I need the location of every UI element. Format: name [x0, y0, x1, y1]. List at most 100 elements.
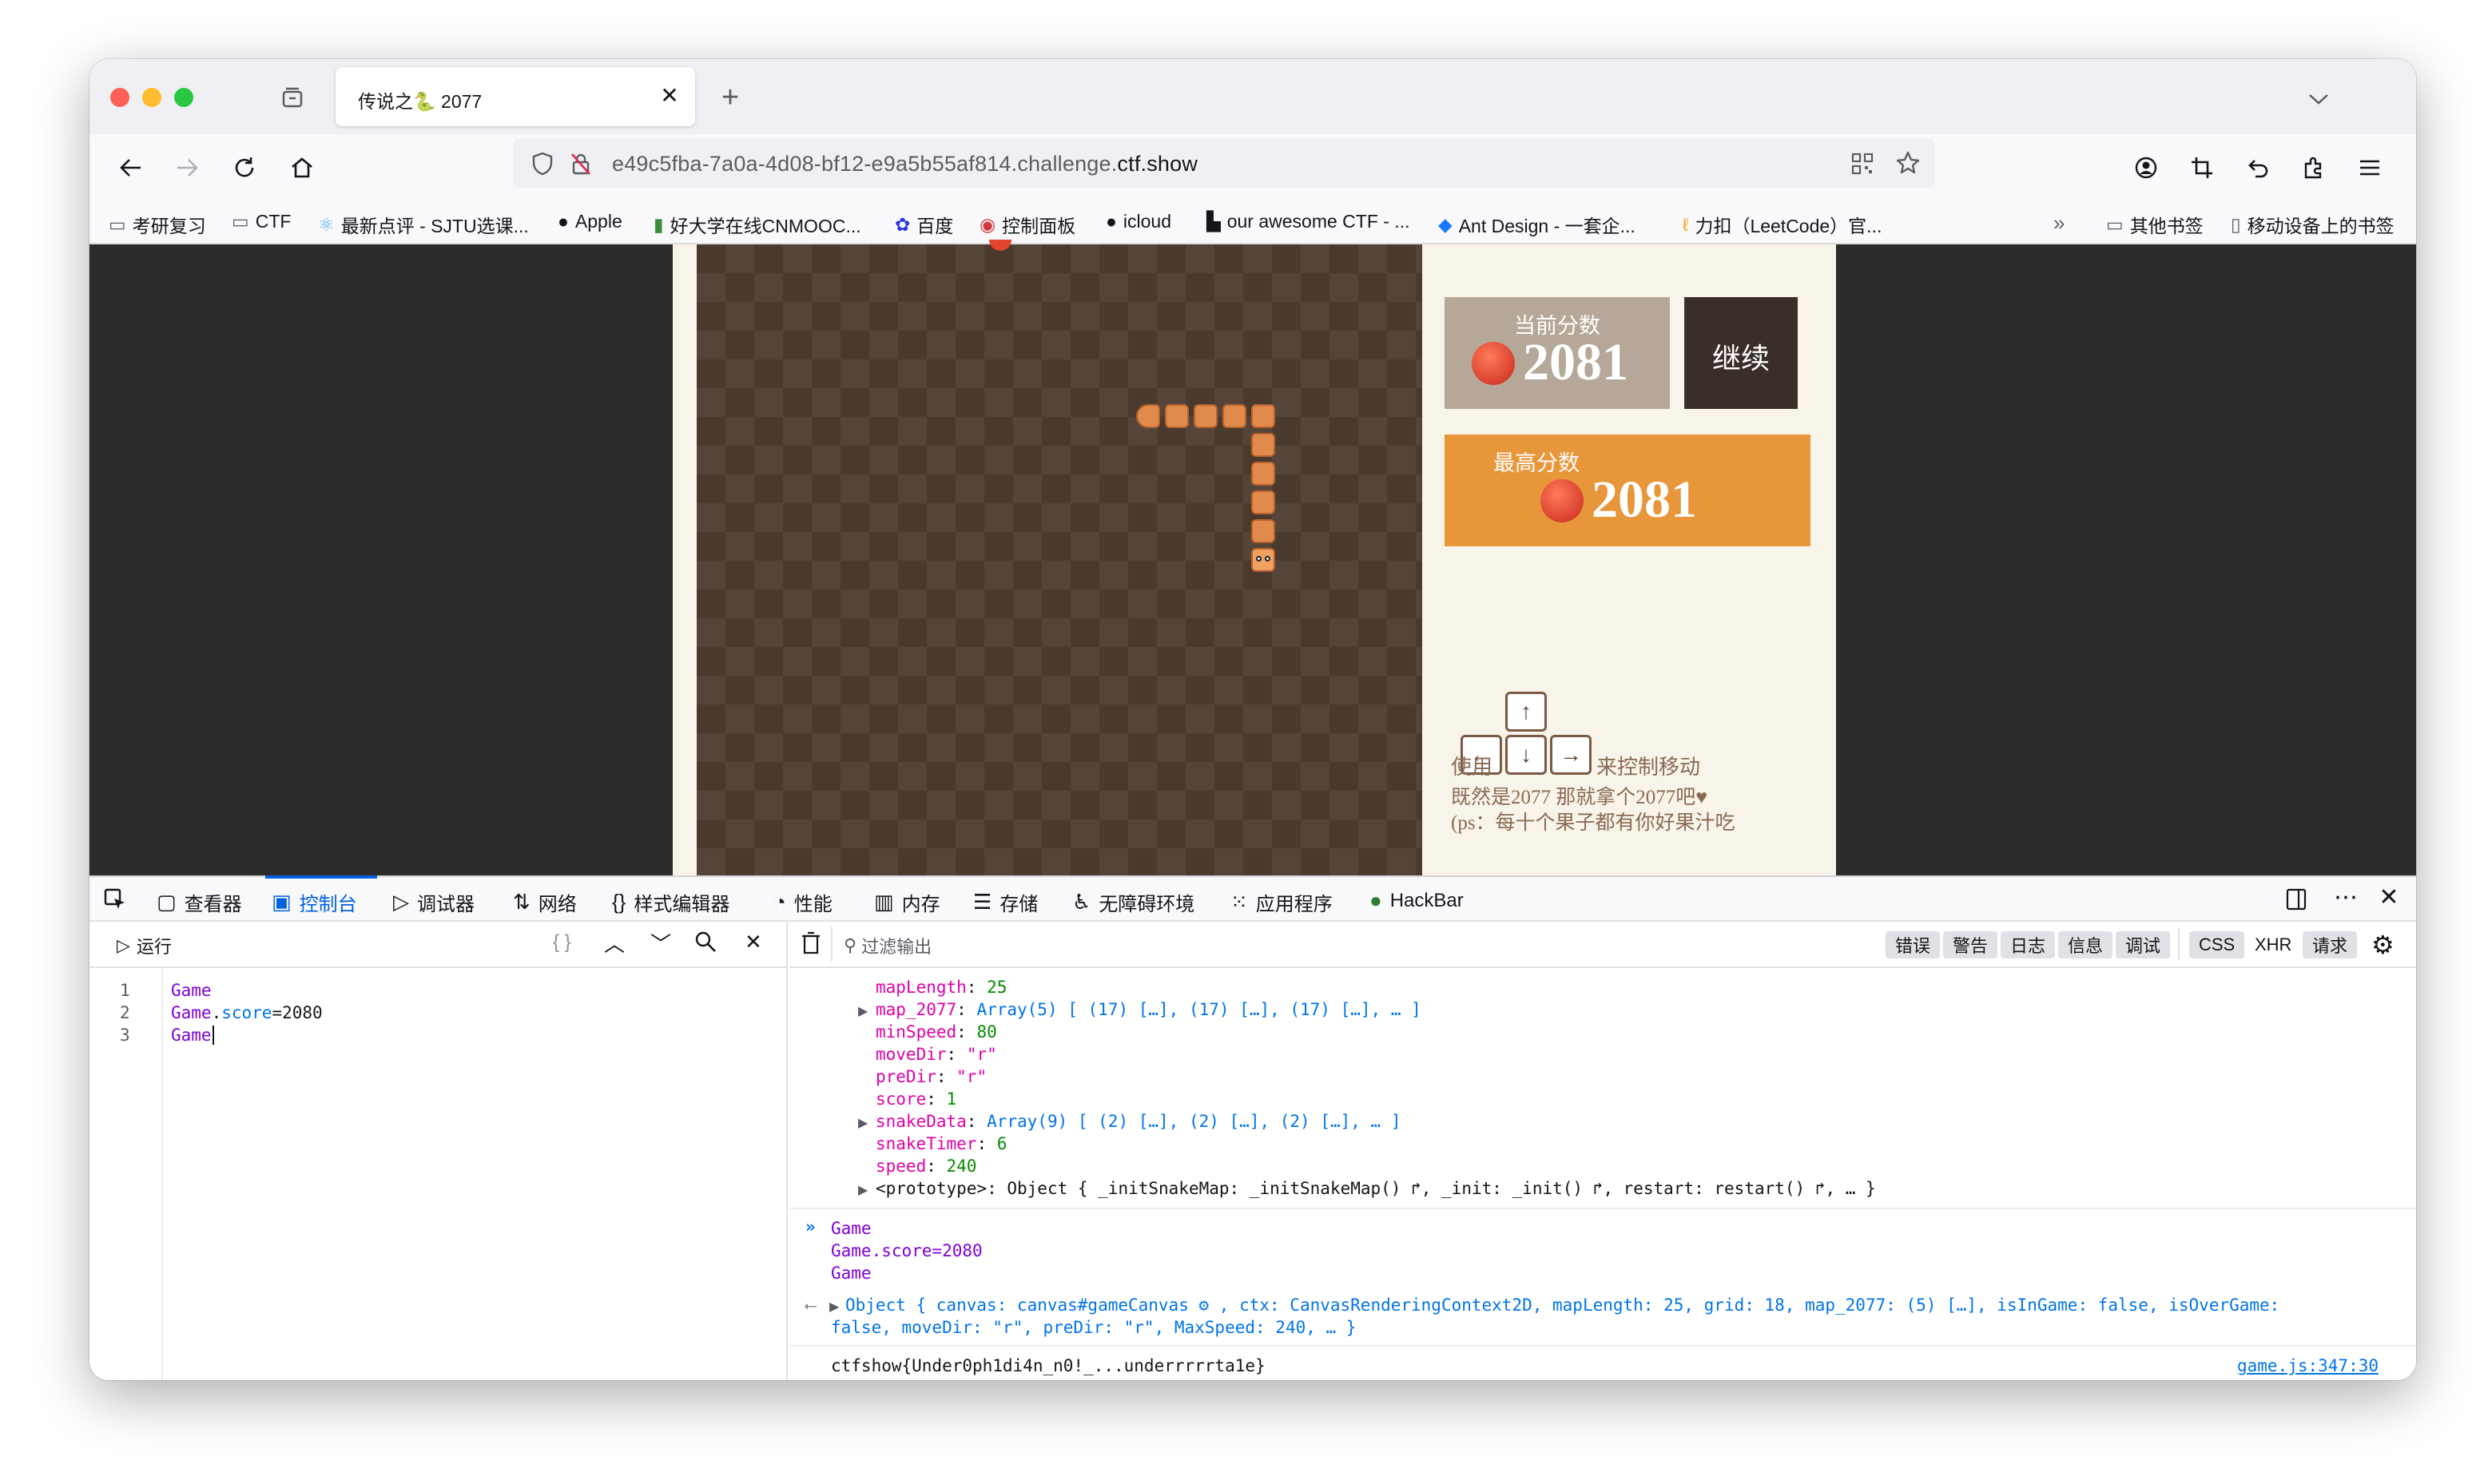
run-button[interactable]: ▷ 运行 — [117, 933, 172, 958]
tab-application[interactable]: ⁙ 应用程序 — [1230, 888, 1333, 916]
continue-button[interactable]: 继续 — [1684, 297, 1798, 409]
home-icon[interactable] — [284, 150, 320, 185]
object-property[interactable]: map_2077: Array(5) [ (17) […], (17) […],… — [876, 1000, 1421, 1019]
bookmark-item[interactable]: ● Apple — [558, 211, 622, 232]
minimize-window-button[interactable] — [142, 88, 161, 107]
hackbar-icon: ● — [1369, 888, 1382, 912]
tab-network[interactable]: ⇅ 网络 — [513, 888, 577, 916]
inspector-icon: ▢ — [157, 890, 177, 914]
input-chevron-icon: » — [805, 1217, 816, 1236]
object-property[interactable]: snakeData: Array(9) [ (2) […], (2) […], … — [876, 1112, 1401, 1131]
line-number: 2 — [120, 1003, 130, 1022]
filter-warnings-chip[interactable]: 警告 — [1943, 931, 1998, 958]
insecure-lock-icon[interactable] — [567, 150, 594, 177]
expand-triangle-icon[interactable]: ▶ — [829, 1299, 839, 1315]
log-source-link[interactable]: game.js:347:30 — [2237, 1356, 2379, 1375]
bookmark-item[interactable]: ▙ our awesome CTF - ... — [1206, 211, 1409, 232]
forward-icon[interactable] — [169, 150, 205, 185]
undo-icon[interactable] — [2240, 150, 2275, 185]
tab-style-editor[interactable]: {} 样式编辑器 — [612, 888, 729, 916]
trash-icon[interactable] — [801, 931, 821, 959]
tab-memory[interactable]: ▥ 内存 — [874, 888, 940, 916]
tab-inspector[interactable]: ▢ 查看器 — [157, 888, 242, 916]
tab-performance[interactable]: ◔ 性能 — [773, 888, 833, 916]
filter-debug-chip[interactable]: 调试 — [2116, 931, 2171, 958]
close-editor-icon[interactable]: ✕ — [745, 930, 762, 954]
account-icon[interactable] — [2128, 150, 2164, 185]
snake-segment — [1194, 404, 1218, 428]
filter-logs-chip[interactable]: 日志 — [2001, 931, 2056, 958]
tab-hackbar[interactable]: ● HackBar — [1369, 888, 1464, 913]
folder-icon: ▭ — [109, 213, 126, 235]
menu-icon[interactable] — [2352, 150, 2387, 185]
history-prev-icon[interactable]: ︿ — [604, 928, 625, 958]
filter-errors-chip[interactable]: 错误 — [1886, 931, 1941, 958]
tab-overview-icon[interactable] — [278, 83, 307, 112]
selected-tab-indicator — [265, 875, 377, 879]
dock-side-icon[interactable] — [2282, 885, 2311, 914]
bookmark-item[interactable]: ▮ 好大学在线CNMOOC... — [654, 211, 861, 238]
zoom-window-button[interactable] — [174, 88, 193, 107]
filter-info-chip[interactable]: 信息 — [2058, 931, 2113, 958]
console-toolbar: ⚲ 过滤输出 错误 警告 日志 信息 调试 CSS XHR 请求 ⚙ — [789, 922, 2416, 968]
high-score-value: 2081 — [1592, 470, 1697, 529]
bookmark-item[interactable]: ✿ 百度 — [895, 211, 953, 238]
more-options-icon[interactable]: ⋯ — [2331, 883, 2360, 912]
multiline-editor[interactable]: ▷ 运行 { } ︿ ﹀ ✕ 1 2 3 Game Game.score=2080… — [89, 922, 788, 1380]
expand-triangle-icon[interactable]: ▶ — [858, 1115, 868, 1131]
back-icon[interactable] — [113, 150, 149, 185]
result-arrow-icon: ⭠ — [804, 1296, 817, 1315]
tab-console[interactable]: ▣ 控制台 — [272, 888, 357, 916]
network-icon: ⇅ — [513, 890, 531, 914]
code-line: Game — [171, 1026, 214, 1045]
star-icon[interactable] — [1894, 149, 1922, 177]
close-window-button[interactable] — [110, 88, 129, 107]
pretty-print-icon[interactable]: { } — [553, 931, 571, 954]
arrow-right-icon: → — [1550, 735, 1592, 775]
filter-requests-chip[interactable]: 请求 — [2303, 931, 2358, 958]
close-devtools-icon[interactable]: ✕ — [2375, 883, 2403, 912]
reload-icon[interactable] — [227, 150, 262, 185]
history-next-icon[interactable]: ﹀ — [650, 928, 671, 958]
filter-icon: ⚲ — [844, 935, 857, 955]
other-bookmarks[interactable]: ▭ 其他书签 — [2106, 211, 2204, 238]
mobile-bookmarks[interactable]: ▯ 移动设备上的书签 — [2231, 211, 2395, 238]
tab-debugger[interactable]: ▷ 调试器 — [393, 888, 475, 916]
bookmark-item[interactable]: ▭ 考研复习 — [109, 211, 206, 238]
address-bar[interactable]: e49c5fba-7a0a-4d08-bf12-e9a5b55af814.cha… — [513, 139, 1935, 188]
extensions-icon[interactable] — [2296, 150, 2331, 185]
bookmark-item[interactable]: ◆ Ant Design - 一套企... — [1438, 211, 1635, 238]
plus-icon[interactable]: + — [714, 81, 746, 113]
tab-storage[interactable]: ☰ 存储 — [973, 888, 1038, 916]
expand-triangle-icon[interactable]: ▶ — [858, 1182, 868, 1198]
filter-xhr-chip[interactable]: XHR — [2245, 931, 2301, 958]
object-property[interactable]: <prototype>: Object { _initSnakeMap: _in… — [876, 1179, 1876, 1198]
shield-icon[interactable] — [529, 150, 556, 177]
chevron-down-icon[interactable] — [2303, 83, 2335, 115]
game-canvas[interactable] — [697, 240, 1422, 875]
snake-segment — [1251, 404, 1275, 428]
filter-css-chip[interactable]: CSS — [2189, 931, 2245, 958]
panel-icon: ◉ — [980, 213, 996, 235]
tab-bar: 传说之🐍 2077 ✕ + — [89, 59, 2416, 134]
crop-icon[interactable] — [2184, 150, 2220, 185]
bookmark-item[interactable]: ◉ 控制面板 — [980, 211, 1075, 238]
filter-input[interactable]: ⚲ 过滤输出 — [844, 933, 932, 958]
qr-code-icon[interactable] — [1849, 150, 1876, 177]
element-picker-icon[interactable] — [101, 885, 129, 914]
tab-accessibility[interactable]: ♿ 无障碍环境 — [1072, 888, 1194, 916]
arrow-up-icon: ↑ — [1505, 692, 1547, 732]
close-tab-icon[interactable]: ✕ — [655, 81, 684, 110]
bookmark-item[interactable]: ▭ CTF — [232, 211, 291, 232]
bookmark-item[interactable]: ℓ 力扣（LeetCode）官... — [1683, 211, 1882, 238]
bookmark-item[interactable]: ⚛ 最新点评 - SJTU选课... — [318, 211, 529, 238]
bookmarks-toolbar: ▭ 考研复习 ▭ CTF ⚛ 最新点评 - SJTU选课... ● Apple ▮ 好大学… — [89, 200, 2416, 244]
expand-triangle-icon[interactable]: ▶ — [858, 1003, 868, 1019]
reverse-search-icon[interactable] — [694, 930, 717, 958]
tab-active[interactable]: 传说之🐍 2077 ✕ — [336, 67, 695, 126]
bookmark-item[interactable]: ● icloud — [1106, 211, 1171, 232]
high-score-panel: 最高分数 2081 — [1445, 434, 1810, 546]
result-object[interactable]: Object { canvas: canvas#gameCanvas ⚙ , c… — [845, 1296, 2279, 1315]
settings-gear-icon[interactable]: ⚙ — [2371, 930, 2395, 960]
chevron-right-icon[interactable]: » — [2053, 211, 2065, 236]
